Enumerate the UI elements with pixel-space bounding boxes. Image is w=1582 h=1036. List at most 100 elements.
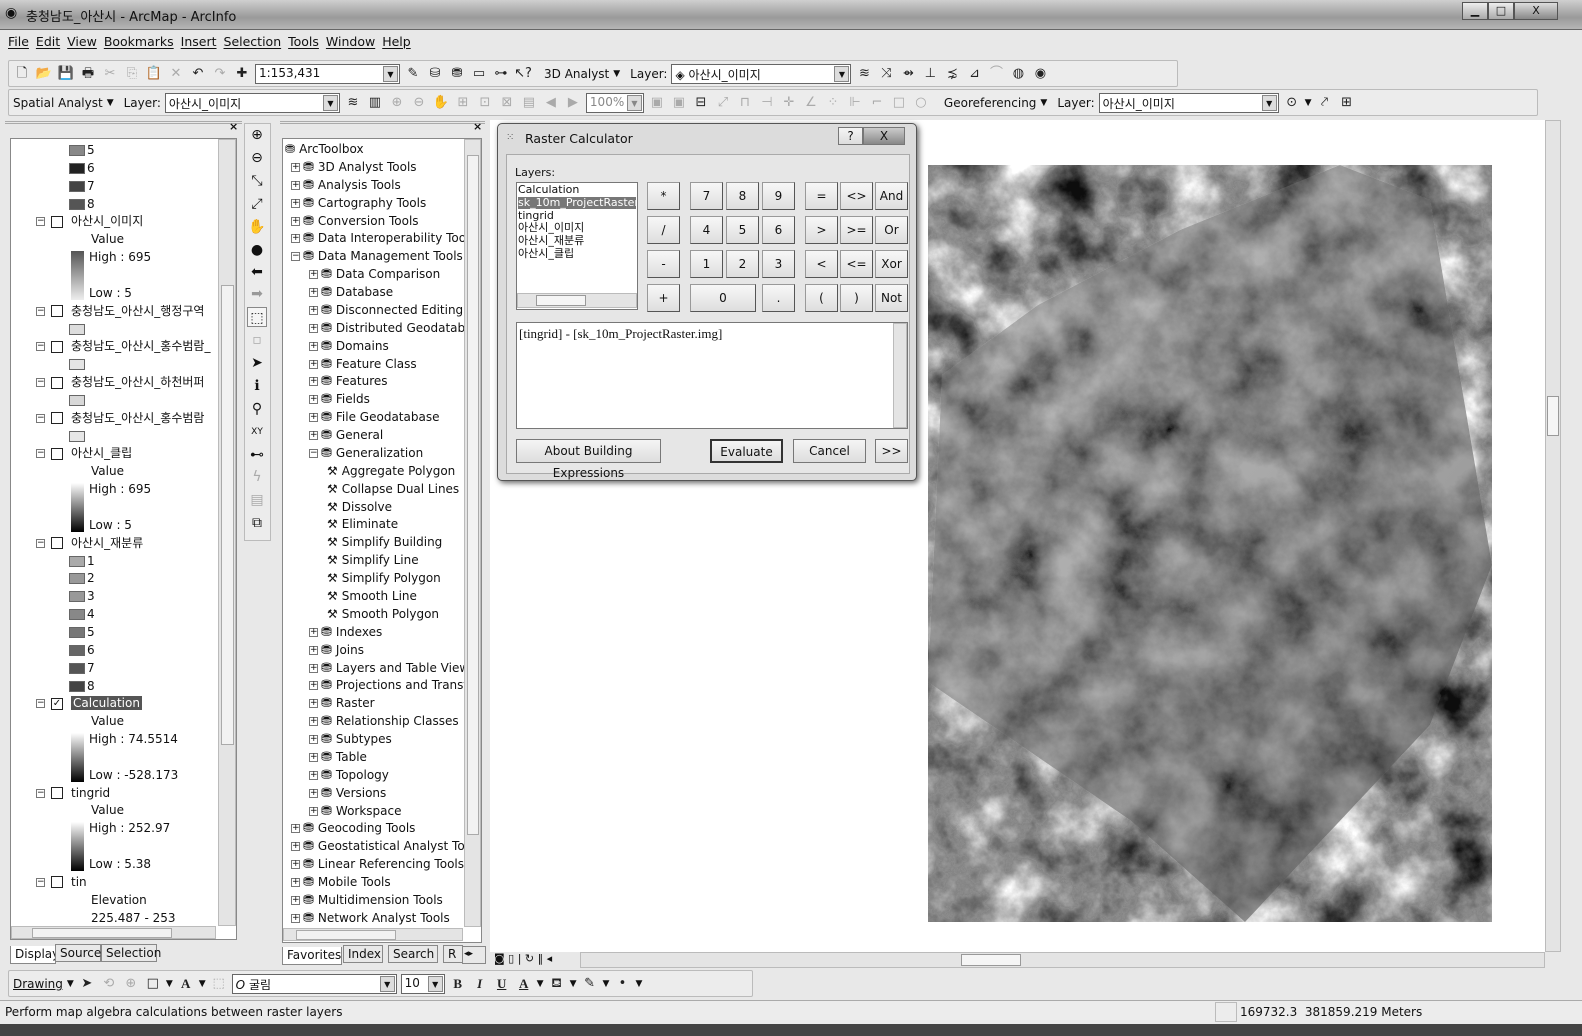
layer-visibility-checkbox[interactable] <box>51 376 63 389</box>
expand-icon[interactable]: + <box>309 735 318 745</box>
steepest-path-icon[interactable]: ⤨ <box>877 65 895 83</box>
calc-key[interactable]: 8 <box>726 182 759 210</box>
focus-frame-icon[interactable]: ▣ <box>670 94 688 112</box>
toc-tab-display[interactable]: Display <box>10 946 59 964</box>
command-line-icon[interactable]: ▭ <box>470 65 488 83</box>
reshape-icon[interactable]: ⌐ <box>868 94 886 112</box>
change-layout-icon[interactable]: ⊟ <box>692 94 710 112</box>
layer-visibility-checkbox[interactable] <box>51 876 63 889</box>
layer-visibility-checkbox[interactable] <box>51 412 63 425</box>
menu-help[interactable]: Help <box>382 34 411 49</box>
save-icon[interactable]: 💾 <box>57 65 75 83</box>
calc-key[interactable]: ) <box>840 284 873 312</box>
layer-list-item[interactable]: Calculation <box>518 184 579 196</box>
expand-icon[interactable]: + <box>291 878 300 888</box>
expand-icon[interactable]: + <box>309 699 318 709</box>
line-of-sight-icon[interactable]: ⇴ <box>899 65 917 83</box>
collapse-icon[interactable]: − <box>36 699 45 709</box>
expand-icon[interactable]: + <box>291 234 300 244</box>
select-elements-icon[interactable]: ➤ <box>247 353 267 373</box>
toolbox-item[interactable]: + ⛃ Data Comparison <box>309 265 465 283</box>
layer-visibility-checkbox[interactable] <box>51 215 63 228</box>
tool-item[interactable]: ⚒ Simplify Building <box>327 533 465 551</box>
scrollbar-thumb[interactable] <box>1547 396 1559 436</box>
expand-icon[interactable]: + <box>309 359 318 369</box>
toolbox-item[interactable]: + ⛃ Mobile Tools <box>291 873 465 891</box>
calc-key[interactable]: = <box>805 182 838 210</box>
calc-key[interactable]: ( <box>805 284 838 312</box>
toolbox-item[interactable]: + ⛃ Relationship Classes <box>309 712 465 730</box>
toolbox-item[interactable]: + ⛃ Subtypes <box>309 730 465 748</box>
layer-list-item[interactable]: tingrid <box>518 209 554 222</box>
layer-visibility-checkbox[interactable] <box>51 340 63 353</box>
layer-name[interactable]: 아산시_재분류 <box>71 536 143 550</box>
toolbox-item[interactable]: + ⛃ 3D Analyst Tools <box>291 158 465 176</box>
menu-window[interactable]: Window <box>326 34 375 49</box>
arctoolbox-icon[interactable]: ⛃ <box>448 65 466 83</box>
toolbox-item[interactable]: + ⛃ Versions <box>309 784 465 802</box>
collapse-icon[interactable]: − <box>36 342 45 352</box>
toc-layer[interactable]: − 충청남도_아산시_홍수범람_ <box>36 337 210 355</box>
expand-icon[interactable]: + <box>309 717 318 727</box>
layer-name[interactable]: 충청남도_아산시_행정구역 <box>71 304 204 318</box>
editor-icon[interactable]: ✎ <box>404 65 422 83</box>
toolbox-tab-r[interactable]: R <box>443 945 463 963</box>
toc-layer[interactable]: − 아산시_클립 <box>36 444 132 462</box>
toolbox-item[interactable]: + ⛃ Network Analyst Tools <box>291 909 465 927</box>
calc-key[interactable]: 9 <box>762 182 795 210</box>
expand-icon[interactable]: + <box>309 806 318 816</box>
help-button[interactable]: ? <box>838 127 863 145</box>
collapse-icon[interactable]: − <box>36 538 45 548</box>
3d-layer-combo[interactable]: ◈ 아산시_이미지 ▼ <box>671 63 852 84</box>
toolbox-item[interactable]: + ⛃ Table <box>309 748 465 766</box>
calc-key[interactable]: <= <box>840 250 873 278</box>
toolbox-item[interactable]: + ⛃ Analysis Tools <box>291 176 465 194</box>
scrollbar-thumb[interactable] <box>961 954 1021 966</box>
toolbox-item[interactable]: + ⛃ Database <box>309 283 465 301</box>
back-arrow-icon[interactable]: ⬅ <box>247 262 267 282</box>
calc-key[interactable]: And <box>875 182 908 210</box>
toc-layer[interactable]: − ✓ Calculation <box>36 694 142 712</box>
expand-icon[interactable]: + <box>309 395 318 405</box>
model-builder-icon[interactable]: ⊶ <box>492 65 510 83</box>
toc-layer[interactable]: − 충청남도_아산시_홍수범람 <box>36 409 204 427</box>
move-icon[interactable]: ✛ <box>780 94 798 112</box>
tool-item[interactable]: ⚒ Dissolve <box>327 498 465 516</box>
toolbox-vertical-scrollbar[interactable] <box>464 139 481 927</box>
menu-insert[interactable]: Insert <box>181 34 217 49</box>
select-features-icon[interactable]: ⬚ <box>247 307 267 327</box>
layer-name[interactable]: 충청남도_아산시_하천버퍼 <box>71 375 204 389</box>
clear-selection-icon[interactable]: ▫ <box>247 330 267 350</box>
delete-icon[interactable]: ✕ <box>167 65 185 83</box>
redo-icon[interactable]: ↷ <box>211 65 229 83</box>
italic-button[interactable]: I <box>471 975 489 993</box>
undo-icon[interactable]: ↶ <box>189 65 207 83</box>
expand-icon[interactable]: + <box>309 431 318 441</box>
select-link-icon[interactable]: ⊓ <box>736 94 754 112</box>
toc-close-icon[interactable]: × <box>229 120 238 133</box>
toolbox-item[interactable]: − ⛃ Data Management Tools <box>291 247 465 265</box>
expand-icon[interactable]: + <box>309 288 318 298</box>
toolbox-tab-favorites[interactable]: Favorites <box>282 947 342 965</box>
expand-icon[interactable]: + <box>309 270 318 280</box>
toolbox-item[interactable]: + ⛃ Multidimension Tools <box>291 891 465 909</box>
rotate-icon[interactable]: ∠ <box>802 94 820 112</box>
toc-layer[interactable]: − 아산시_재분류 <box>36 534 143 552</box>
spatial-analyst-menu[interactable]: Spatial Analyst <box>13 96 103 110</box>
interpolate-point-icon[interactable]: ⊥ <box>921 65 939 83</box>
rectangle-icon[interactable]: □ <box>890 94 908 112</box>
georeferencing-menu[interactable]: Georeferencing <box>944 96 1037 110</box>
cancel-button[interactable]: Cancel <box>793 439 866 463</box>
toolbox-item[interactable]: +⛃Distributed Geodatabase <box>309 319 465 337</box>
go-to-xy-icon[interactable]: XY <box>247 422 267 442</box>
calc-key[interactable]: + <box>647 284 680 312</box>
toc-layer[interactable]: − 충청남도_아산시_하천버퍼 <box>36 373 204 391</box>
fit-to-display-icon[interactable]: ⤢ <box>714 94 732 112</box>
layer-visibility-checkbox[interactable]: ✓ <box>51 697 63 710</box>
maximize-button[interactable]: □ <box>1488 2 1514 20</box>
page-icon[interactable]: ▤ <box>520 94 538 112</box>
expand-icon[interactable]: + <box>291 216 300 226</box>
toolbox-item[interactable]: + ⛃ Cartography Tools <box>291 194 465 212</box>
toolbox-item[interactable]: − ⛃ Generalization <box>309 444 465 462</box>
expand-icon[interactable]: + <box>309 770 318 780</box>
